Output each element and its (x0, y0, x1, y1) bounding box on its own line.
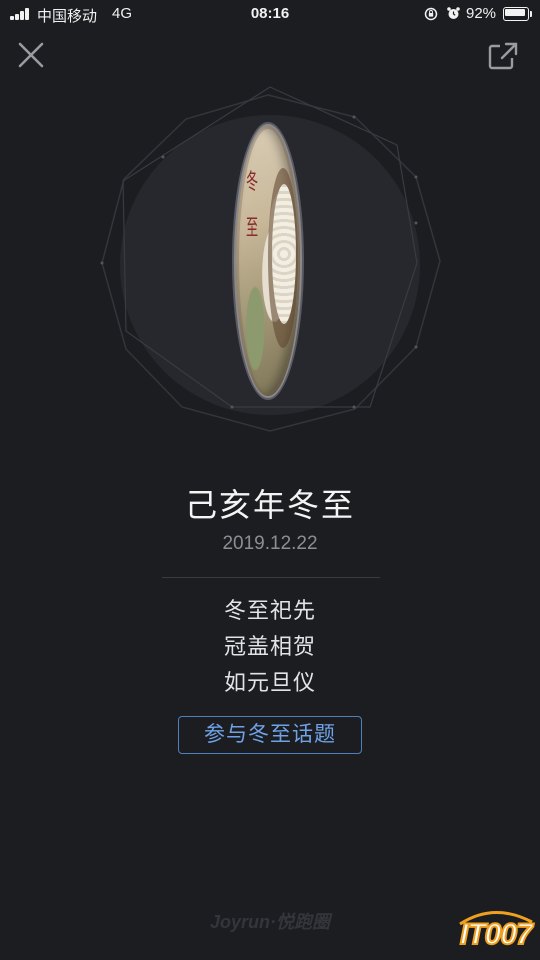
status-bar: 中国移动 4G 08:16 92% (0, 0, 540, 30)
rotation-lock-icon (424, 7, 438, 21)
alarm-icon (447, 7, 460, 19)
divider (162, 577, 380, 578)
share-icon[interactable] (486, 40, 520, 72)
verse-block: 冬至祀先 冠盖相贺 如元旦仪 (0, 596, 540, 704)
site-watermark: IT007 (454, 906, 538, 958)
battery-percent: 92% (466, 5, 497, 22)
medal-date: 2019.12.22 (222, 533, 318, 554)
verse-line: 如元旦仪 (223, 670, 316, 695)
medal-rim (236, 126, 300, 396)
watermark-text: IT007 (459, 917, 534, 952)
winter-solstice-medal[interactable]: 冬 至 (236, 126, 300, 396)
join-topic-button[interactable]: 参与冬至话题 (178, 716, 362, 754)
verse-line: 冬至祀先 (223, 598, 316, 623)
verse-line: 冠盖相贺 (223, 634, 316, 659)
close-icon[interactable] (16, 40, 46, 70)
medal-title: 己亥年冬至 (184, 487, 355, 523)
battery-icon (503, 7, 533, 21)
